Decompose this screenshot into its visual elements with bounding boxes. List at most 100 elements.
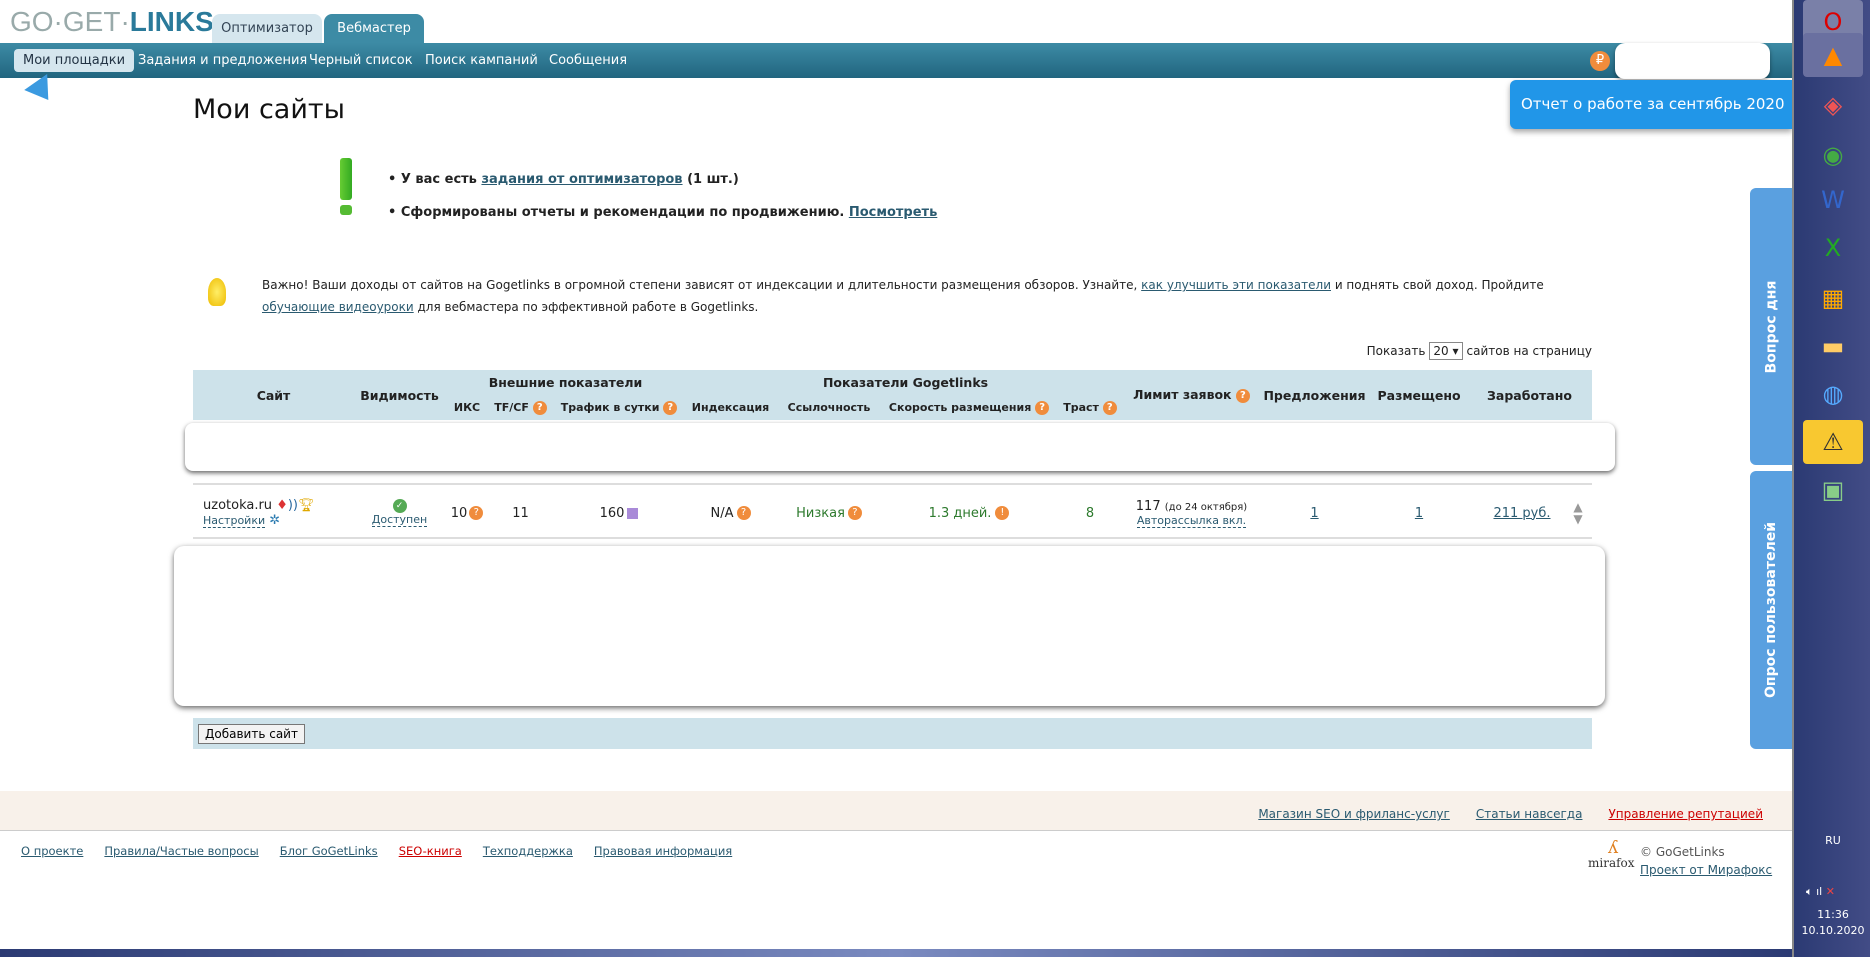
footer-top: Магазин SEO и фриланс-услуг Статьи навсе… bbox=[0, 791, 1792, 831]
table-header: Сайт Видимость Внешние показатели Показател… bbox=[193, 370, 1592, 420]
th-external: Внешние показатели bbox=[488, 375, 643, 390]
video-lessons-link[interactable]: обучающие видеоуроки bbox=[262, 300, 414, 314]
th-indexing: Индексация bbox=[691, 401, 770, 414]
tip-text: Важно! Ваши доходы от сайтов на Gogetlin… bbox=[262, 278, 1544, 314]
help-icon[interactable]: ? bbox=[1102, 400, 1117, 415]
footer-about-link[interactable]: О проекте bbox=[21, 844, 83, 858]
help-icon[interactable]: ? bbox=[469, 506, 484, 520]
cursor-icon bbox=[24, 73, 60, 109]
popup-panel bbox=[185, 423, 1615, 471]
traffic-value: 160 bbox=[599, 505, 625, 521]
nav-blacklist[interactable]: Черный список bbox=[300, 49, 422, 72]
improve-link[interactable]: как улучшить эти показатели bbox=[1141, 278, 1331, 292]
visibility-link[interactable]: Доступен bbox=[371, 513, 428, 527]
th-traffic: Трафик в сутки ? bbox=[552, 395, 686, 420]
th-placed: Размещено bbox=[1377, 387, 1461, 403]
mirafox-link[interactable]: Проект от Мирафокс bbox=[1640, 863, 1772, 877]
word-icon[interactable]: W bbox=[1803, 178, 1863, 222]
help-icon[interactable]: ? bbox=[1035, 400, 1050, 415]
move-down-icon[interactable]: ▼ bbox=[1573, 513, 1582, 525]
ruble-icon[interactable]: ₽ bbox=[1590, 51, 1610, 71]
report-button[interactable]: Отчет о работе за сентябрь 2020 bbox=[1510, 80, 1792, 129]
pager: Показать 20 ▾ сайтов на страницу bbox=[1367, 342, 1592, 360]
monitor-icon[interactable]: ▣ bbox=[1803, 468, 1863, 512]
clock-date[interactable]: 10.10.2020 bbox=[1794, 924, 1870, 937]
earned-link[interactable]: 211 руб. bbox=[1493, 506, 1550, 521]
side-tab-question[interactable]: Вопрос дня bbox=[1750, 188, 1792, 465]
help-icon[interactable]: ? bbox=[1235, 388, 1250, 403]
nav-my-sites[interactable]: Мои площадки bbox=[14, 49, 135, 72]
site-name[interactable]: uzotoka.ru bbox=[203, 498, 272, 513]
help-icon[interactable]: ? bbox=[663, 400, 678, 415]
faststone-icon[interactable]: ◈ bbox=[1803, 83, 1863, 127]
folder-icon[interactable]: ▬ bbox=[1803, 324, 1863, 368]
table-row: uzotoka.ru ♦))🏆︎ Настройки ✲ ✓ Доступен 1… bbox=[193, 483, 1592, 539]
footer-seo-book-link[interactable]: SEO-книга bbox=[399, 844, 462, 858]
nav-tasks[interactable]: Задания и предложения bbox=[129, 49, 316, 72]
footer-reputation-link[interactable]: Управление репутацией bbox=[1608, 807, 1763, 821]
per-page-select[interactable]: 20 ▾ bbox=[1429, 342, 1463, 360]
tab-optimizer[interactable]: Оптимизатор bbox=[212, 14, 322, 43]
help-icon[interactable]: ? bbox=[532, 400, 547, 415]
nav-campaign-search[interactable]: Поиск кампаний bbox=[416, 49, 547, 72]
footer-legal-link[interactable]: Правовая информация bbox=[594, 844, 732, 858]
check-icon: ✓ bbox=[392, 499, 407, 513]
links-value: Низкая bbox=[796, 505, 845, 521]
offers-link[interactable]: 1 bbox=[1310, 506, 1318, 521]
warning-icon[interactable]: ⚠ bbox=[1803, 420, 1863, 464]
chart-icon[interactable] bbox=[627, 507, 639, 519]
iks-value: 10 bbox=[450, 505, 468, 521]
excel-icon[interactable]: X bbox=[1803, 226, 1863, 270]
window-bottom-bar bbox=[0, 949, 1792, 957]
gear-icon[interactable]: ✲ bbox=[269, 513, 280, 528]
th-iks: ИКС bbox=[453, 401, 481, 414]
chrome-icon[interactable]: ◉ bbox=[1803, 133, 1863, 177]
balance-field[interactable] bbox=[1615, 43, 1770, 79]
tfcf-value: 11 bbox=[512, 505, 529, 521]
placed-link[interactable]: 1 bbox=[1415, 506, 1423, 521]
footer-rules-link[interactable]: Правила/Частые вопросы bbox=[104, 844, 258, 858]
th-earned: Заработано bbox=[1487, 387, 1572, 403]
pager-suffix: сайтов на страницу bbox=[1466, 344, 1592, 358]
side-tab-survey[interactable]: Опрос пользователей bbox=[1750, 471, 1792, 749]
table-footer: Добавить сайт bbox=[193, 718, 1592, 749]
help-icon[interactable]: ? bbox=[847, 506, 862, 520]
tray-icons[interactable]: 🔈︎ ıl ✕ bbox=[1806, 885, 1835, 899]
view-reports-link[interactable]: Посмотреть bbox=[849, 205, 938, 220]
tasks-link[interactable]: задания от оптимизаторов bbox=[481, 172, 682, 187]
th-links: Ссылочность bbox=[787, 401, 871, 414]
footer-support-link[interactable]: Техподдержка bbox=[483, 844, 573, 858]
tab-webmaster[interactable]: Вебмастер bbox=[324, 14, 424, 43]
add-site-button[interactable]: Добавить сайт bbox=[198, 724, 305, 744]
footer-links: О проекте Правила/Частые вопросы Блог Go… bbox=[21, 844, 732, 858]
th-tfcf: TF/CF ? bbox=[489, 395, 552, 420]
network-icon[interactable]: ◍ bbox=[1803, 372, 1863, 416]
nav-messages[interactable]: Сообщения bbox=[540, 49, 636, 72]
limit-value: 117 bbox=[1135, 498, 1161, 514]
th-speed: Скорость размещения ? bbox=[883, 395, 1055, 420]
trophy-icon: 🏆︎ bbox=[298, 498, 315, 513]
alert-icon[interactable]: ! bbox=[995, 506, 1010, 520]
help-icon[interactable]: ? bbox=[736, 506, 751, 520]
footer-articles-link[interactable]: Статьи навсегда bbox=[1476, 807, 1583, 821]
mirafox-logo: ʎ mirafox bbox=[1588, 837, 1635, 871]
language-indicator[interactable]: RU bbox=[1794, 834, 1870, 847]
main-nav: Мои площадки Задания и предложения Черны… bbox=[0, 43, 1792, 79]
th-visibility: Видимость bbox=[360, 387, 439, 403]
settings-link[interactable]: Настройки bbox=[203, 514, 266, 528]
app-icon[interactable]: ▦ bbox=[1803, 276, 1863, 320]
copyright: © GoGetLinks bbox=[1640, 845, 1725, 859]
speed-value: 1.3 дней. bbox=[928, 505, 992, 521]
limit-note: (до 24 октября) bbox=[1164, 501, 1248, 513]
logo[interactable]: GO·GET·LINKS bbox=[10, 6, 214, 38]
vlc-icon[interactable]: ▲ bbox=[1803, 33, 1863, 77]
exclamation-icon bbox=[340, 158, 352, 216]
autosend-link[interactable]: Авторассылка вкл. bbox=[1136, 514, 1247, 528]
clock-time[interactable]: 11:36 bbox=[1794, 908, 1870, 921]
notice-reports: • Сформированы отчеты и рекомендации по … bbox=[388, 205, 938, 220]
trust-value: 8 bbox=[1085, 505, 1095, 521]
footer-blog-link[interactable]: Блог GoGetLinks bbox=[280, 844, 378, 858]
th-offers: Предложения bbox=[1263, 387, 1366, 403]
footer-seo-shop-link[interactable]: Магазин SEO и фриланс-услуг bbox=[1258, 807, 1450, 821]
th-site: Сайт bbox=[256, 387, 291, 403]
